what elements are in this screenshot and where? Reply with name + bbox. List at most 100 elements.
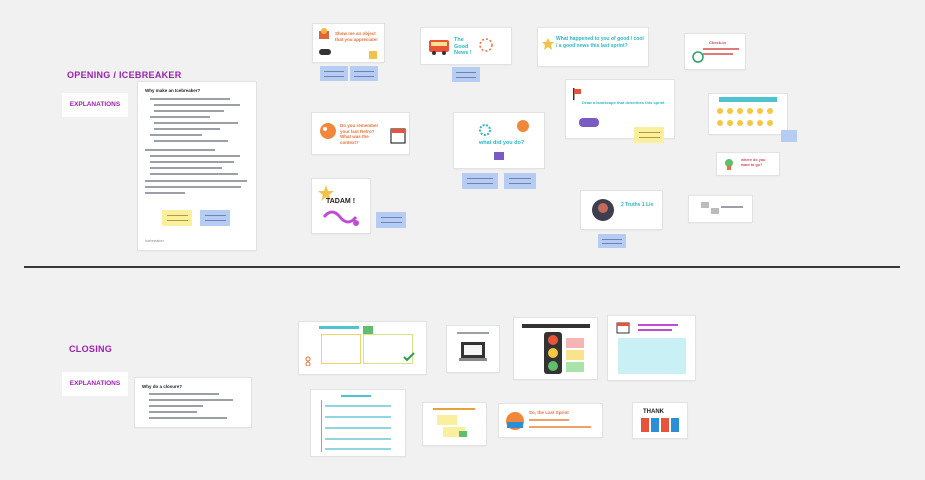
doc-line — [154, 122, 238, 124]
doc-line — [149, 405, 203, 407]
sticky-note[interactable] — [376, 212, 406, 228]
card-last-retro-text: Do you remember your last Retro? What wa… — [340, 123, 379, 145]
doc-line — [154, 104, 240, 106]
card-what-did-you-do[interactable]: what did you do? — [454, 113, 544, 168]
card-good-news-text: The Good News ! — [454, 37, 472, 56]
card-what-did-you-do-text: what did you do? — [479, 140, 525, 146]
card-tadam[interactable]: TADAM ! — [312, 179, 370, 233]
sunset-icon — [506, 412, 524, 430]
bag-icon — [369, 51, 377, 59]
doc-line — [145, 149, 215, 151]
list-rail — [321, 400, 322, 452]
closing-explanations-label[interactable]: EXPLANATIONS — [62, 372, 128, 396]
checkmark-icon — [403, 352, 415, 362]
card-what-happened[interactable]: What happened to you of good / cool / a … — [538, 28, 648, 66]
card-list[interactable] — [311, 390, 405, 456]
sticky-note[interactable] — [462, 173, 498, 189]
doc-line — [325, 438, 391, 440]
flag-icon — [573, 88, 581, 100]
card-teams-check-text: Check-in — [709, 40, 726, 45]
calendar-icon — [390, 128, 406, 144]
doc-line — [145, 180, 247, 182]
laptop-icon — [459, 342, 487, 361]
card-two-truths-text: 2 Truths 1 Lie — [621, 202, 654, 208]
doc-line — [149, 393, 219, 395]
doc-line — [149, 411, 197, 413]
stars-icon — [318, 185, 359, 226]
card-last-sprint[interactable]: So, the Last Sprint — [499, 404, 602, 437]
board-tag — [363, 326, 373, 334]
doc-line — [150, 98, 230, 100]
sticky-note[interactable] — [634, 127, 664, 143]
gear-icon — [479, 124, 491, 136]
doc-line — [529, 426, 591, 428]
ball-icon — [517, 120, 529, 132]
doc-line — [154, 110, 224, 112]
doc-line — [638, 329, 672, 331]
doc-line — [150, 173, 238, 175]
doc-line — [325, 416, 391, 418]
plant-icon — [725, 159, 733, 170]
card-good-news[interactable]: The Good News ! — [421, 28, 511, 64]
tools-icon — [494, 152, 504, 160]
doc-line — [341, 395, 371, 397]
opening-explanations-label[interactable]: EXPLANATIONS — [62, 93, 128, 117]
card-tadam-text: TADAM ! — [326, 198, 356, 205]
card-laptop[interactable] — [447, 326, 499, 372]
card-last-retro[interactable]: Do you remember your last Retro? What wa… — [312, 113, 409, 154]
card-traffic-light[interactable] — [514, 318, 597, 379]
sticky-note[interactable] — [781, 130, 797, 142]
teal-area — [618, 338, 686, 374]
card-teams-check[interactable]: Check-in — [685, 34, 745, 69]
card-what-happened-text: What happened to you of good / cool / a … — [556, 36, 644, 49]
card-thank-text: THANK — [643, 409, 664, 415]
controller-icon — [579, 118, 599, 127]
card-two-truths[interactable]: 2 Truths 1 Lie — [581, 191, 662, 229]
doc-line — [149, 399, 233, 401]
card-draw-landscape-text: Draw a landscape that describes this spr… — [582, 100, 665, 105]
card-teal-board[interactable] — [608, 316, 695, 380]
sticky-note[interactable] — [320, 66, 348, 81]
doc-line — [149, 417, 227, 419]
doc-line — [433, 408, 475, 410]
card-show-object-text: Show me an object that you appreciate! — [335, 31, 378, 42]
sticky-note[interactable] — [598, 234, 626, 248]
opening-explanation-document[interactable]: Why make an Icebreaker? Icebreaker — [138, 82, 256, 250]
card-thank[interactable]: THANK — [633, 403, 687, 438]
sticky-note[interactable] — [162, 210, 192, 226]
scissors-icon — [305, 356, 311, 366]
sticky-note[interactable] — [437, 415, 457, 425]
sticky-note[interactable] — [504, 173, 536, 189]
doc-line — [154, 128, 220, 130]
avatar-icon — [592, 199, 614, 221]
card-notes[interactable] — [423, 403, 486, 445]
doc-line — [325, 448, 391, 450]
sticky-note[interactable] — [200, 210, 230, 226]
card-where-go[interactable]: where do you want to go? — [717, 153, 779, 175]
closing-explanation-document[interactable]: Why do a closure? — [135, 378, 251, 427]
doc-line — [150, 161, 234, 163]
closing-section-title: CLOSING — [69, 344, 113, 354]
sticky-note[interactable] — [452, 67, 480, 82]
board-box-yellow — [321, 334, 361, 364]
section-divider — [24, 266, 900, 268]
opening-doc-heading: Why make an Icebreaker? — [145, 88, 201, 93]
people-icon — [692, 51, 704, 63]
card-emoji-grid[interactable] — [709, 94, 787, 134]
card-checklist-board[interactable] — [299, 322, 426, 374]
star-icon — [542, 38, 554, 50]
doc-line — [150, 134, 202, 136]
card-where-go-text: where do you want to go? — [741, 158, 766, 167]
sticky-note[interactable] — [350, 66, 378, 81]
doc-line — [457, 332, 489, 334]
calendar-icon — [616, 322, 630, 334]
card-show-object[interactable]: Show me an object that you appreciate! — [313, 24, 384, 62]
placeholder-block — [711, 208, 719, 214]
gamepad-icon — [319, 49, 331, 55]
doc-line — [703, 53, 733, 55]
doc-line — [150, 167, 222, 169]
doc-line — [325, 427, 391, 429]
doc-line — [150, 116, 210, 118]
card-small-right[interactable] — [689, 196, 752, 222]
card-last-sprint-text: So, the Last Sprint — [529, 410, 569, 415]
